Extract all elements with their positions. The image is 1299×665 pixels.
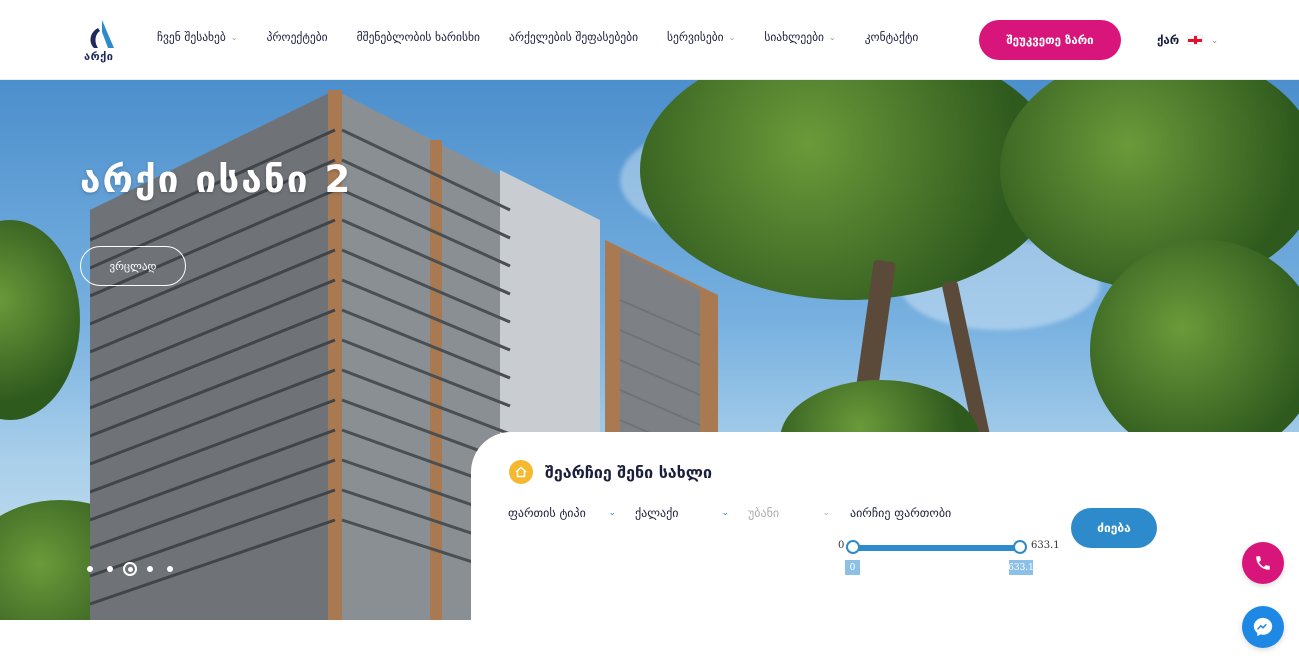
language-selector[interactable]: ქარ ⌄ [1157,33,1218,47]
phone-call-button[interactable] [1242,542,1284,584]
area-max-label: 633.1 [1031,540,1060,551]
nav-item-quality[interactable]: მშენებლობის ხარისხი [357,30,480,44]
property-type-label: ფართის ტიპი [508,506,586,520]
chevron-down-icon: ⌄ [828,32,836,42]
nav-item-about[interactable]: ჩვენ შესახებ ⌄ [157,30,238,44]
property-type-select[interactable]: ფართის ტიპი ⌄ [508,506,616,520]
nav-item-contact[interactable]: კონტაქტი [865,30,919,44]
area-min-handle[interactable] [846,540,860,554]
messenger-button[interactable] [1242,606,1284,648]
phone-icon [1256,556,1270,570]
slider-dot[interactable] [167,566,173,572]
slider-dot[interactable] [147,566,153,572]
hero-title: არქი ისანი 2 [80,158,353,201]
chevron-down-icon: ⌄ [721,508,729,518]
main-nav: ჩვენ შესახებ ⌄ პროექტები მშენებლობის ხარ… [157,30,918,44]
nav-item-label: მშენებლობის ხარისხი [356,30,480,44]
area-label: აირჩიე ფართობი [850,506,952,520]
chevron-down-icon: ⌄ [822,508,830,518]
area-min-value-tag: 0 [845,560,860,575]
area-min-label: 0 [838,540,845,551]
nav-item-news[interactable]: სიახლეები ⌄ [764,30,835,44]
city-select[interactable]: ქალაქი ⌄ [635,506,729,520]
area-range-track[interactable] [853,545,1020,551]
search-header: შეარჩიე შენი სახლი [509,460,712,484]
slider-dot[interactable] [107,566,113,572]
nav-item-label: კონტაქტი [864,30,919,44]
area-max-handle[interactable] [1013,540,1027,554]
nav-item-label: პროექტები [266,30,328,44]
logo-text: არქი [84,50,114,63]
district-select[interactable]: უბანი ⌄ [748,506,830,520]
district-label: უბანი [748,506,780,520]
nav-item-label: სერვისები [667,30,724,44]
site-header: არქი ჩვენ შესახებ ⌄ პროექტები მშენებლობი… [0,0,1299,80]
slider-dots [87,562,173,576]
slider-dot[interactable] [87,566,93,572]
search-title: შეარჩიე შენი სახლი [545,462,712,482]
details-button[interactable]: ვრცლად [80,246,186,286]
nav-item-services[interactable]: სერვისები ⌄ [667,30,735,44]
chevron-down-icon: ⌄ [608,508,616,518]
chevron-down-icon: ⌄ [230,32,238,42]
chevron-down-icon: ⌄ [1211,35,1218,45]
city-label: ქალაქი [635,506,679,520]
home-search-panel: შეარჩიე შენი სახლი ფართის ტიპი ⌄ ქალაქი … [471,432,1299,620]
nav-item-label: ჩვენ შესახებ [157,30,226,44]
language-label: ქარ [1157,33,1180,47]
georgia-flag-icon [1187,35,1204,45]
tree-decoration [1090,240,1299,460]
nav-item-label: სიახლეები [764,30,824,44]
messenger-icon [1253,617,1273,637]
slider-dot-active[interactable] [123,562,137,576]
order-call-button[interactable]: შეუკვეთე ზარი [979,20,1121,60]
logo-icon [90,20,114,48]
nav-item-reviews[interactable]: არქელების შეფასებები [509,30,638,44]
nav-item-projects[interactable]: პროექტები [267,30,328,44]
area-max-value-tag: 633.1 [1008,560,1034,575]
nav-item-label: არქელების შეფასებები [508,30,639,44]
search-button[interactable]: ძიება [1071,508,1157,548]
tree-decoration [0,220,80,420]
chevron-down-icon: ⌄ [728,32,736,42]
home-icon [509,460,533,484]
